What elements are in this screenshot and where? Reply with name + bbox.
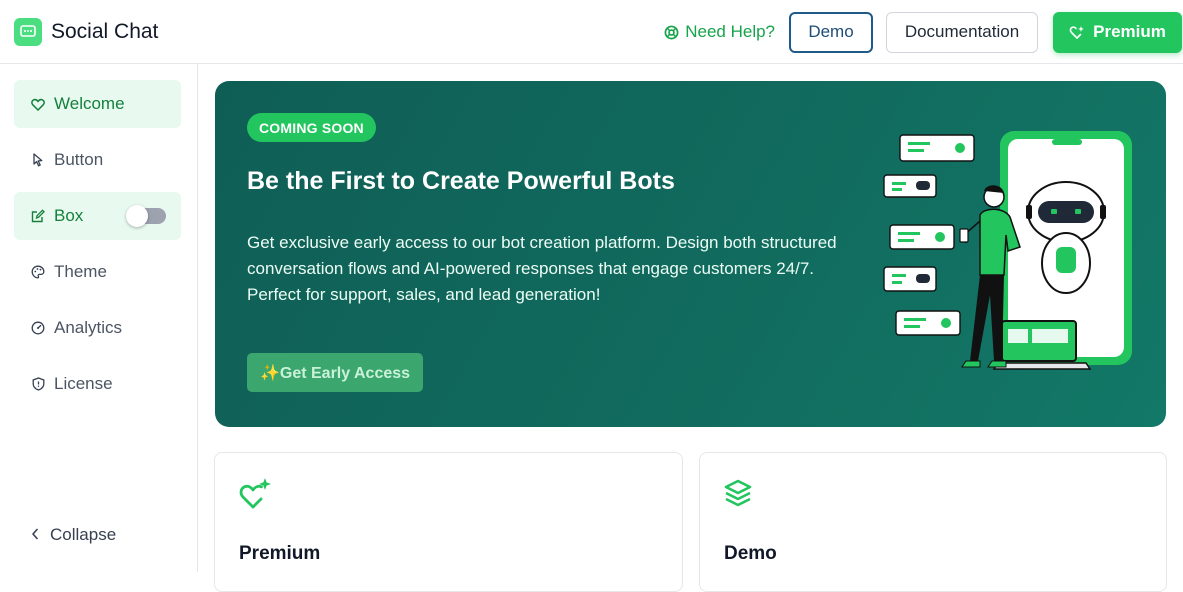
premium-button-label: Premium bbox=[1093, 22, 1166, 41]
demo-card[interactable]: Demo bbox=[699, 452, 1167, 592]
sidebar-item-label: Button bbox=[54, 150, 104, 169]
edit-box-icon bbox=[31, 209, 45, 223]
sidebar-item-analytics[interactable]: Analytics bbox=[14, 304, 181, 352]
sidebar-item-theme[interactable]: Theme bbox=[14, 248, 181, 296]
demo-button[interactable]: Demo bbox=[789, 11, 873, 53]
toggle-knob bbox=[126, 205, 148, 227]
layers-icon bbox=[724, 479, 752, 507]
hero-banner: COMING SOON Be the First to Create Power… bbox=[215, 81, 1166, 427]
top-header: Social Chat Need Help? Demo Documentatio… bbox=[0, 0, 1183, 64]
brand[interactable]: Social Chat bbox=[14, 17, 159, 46]
card-title: Premium bbox=[239, 543, 321, 564]
sidebar-item-welcome[interactable]: Welcome bbox=[14, 80, 181, 128]
sidebar-item-label: Box bbox=[54, 206, 84, 225]
bot-illustration bbox=[883, 131, 1132, 370]
need-help-label: Need Help? bbox=[685, 22, 775, 41]
sidebar-item-label: License bbox=[54, 374, 113, 393]
hero-description: Get exclusive early access to our bot cr… bbox=[247, 233, 837, 304]
chevron-left-icon bbox=[31, 525, 39, 545]
sidebar-item-license[interactable]: License bbox=[14, 360, 181, 408]
premium-button[interactable]: Premium bbox=[1053, 11, 1182, 53]
gauge-icon bbox=[31, 321, 45, 335]
chat-bubble-icon bbox=[14, 17, 42, 46]
heart-sparkle-icon bbox=[1069, 25, 1085, 39]
heart-icon bbox=[31, 97, 45, 111]
sidebar-item-label: Analytics bbox=[54, 318, 123, 337]
need-help-link[interactable]: Need Help? bbox=[664, 22, 775, 42]
palette-icon bbox=[31, 265, 45, 279]
sidebar: Welcome Button Box Theme Analytics Licen… bbox=[0, 64, 198, 572]
collapse-button[interactable]: Collapse bbox=[14, 511, 181, 559]
collapse-label: Collapse bbox=[50, 525, 117, 544]
app-title: Social Chat bbox=[51, 19, 159, 43]
shield-icon bbox=[31, 377, 45, 391]
documentation-button[interactable]: Documentation bbox=[886, 11, 1038, 53]
box-toggle-switch[interactable] bbox=[126, 205, 166, 227]
premium-card[interactable]: Premium bbox=[214, 452, 683, 592]
get-early-access-button[interactable]: ✨Get Early Access bbox=[247, 353, 423, 392]
sidebar-item-label: Welcome bbox=[54, 94, 125, 113]
header-actions: Need Help? Demo Documentation Premium bbox=[664, 0, 1183, 64]
coming-soon-badge: COMING SOON bbox=[247, 113, 376, 142]
card-title: Demo bbox=[724, 543, 777, 564]
sidebar-item-label: Theme bbox=[54, 262, 107, 281]
sidebar-item-button[interactable]: Button bbox=[14, 136, 181, 184]
sidebar-item-box[interactable]: Box bbox=[14, 192, 181, 240]
cursor-icon bbox=[31, 153, 45, 167]
lifebuoy-icon bbox=[664, 25, 679, 39]
heart-sparkle-icon bbox=[239, 478, 271, 509]
hero-title: Be the First to Create Powerful Bots bbox=[247, 167, 675, 195]
